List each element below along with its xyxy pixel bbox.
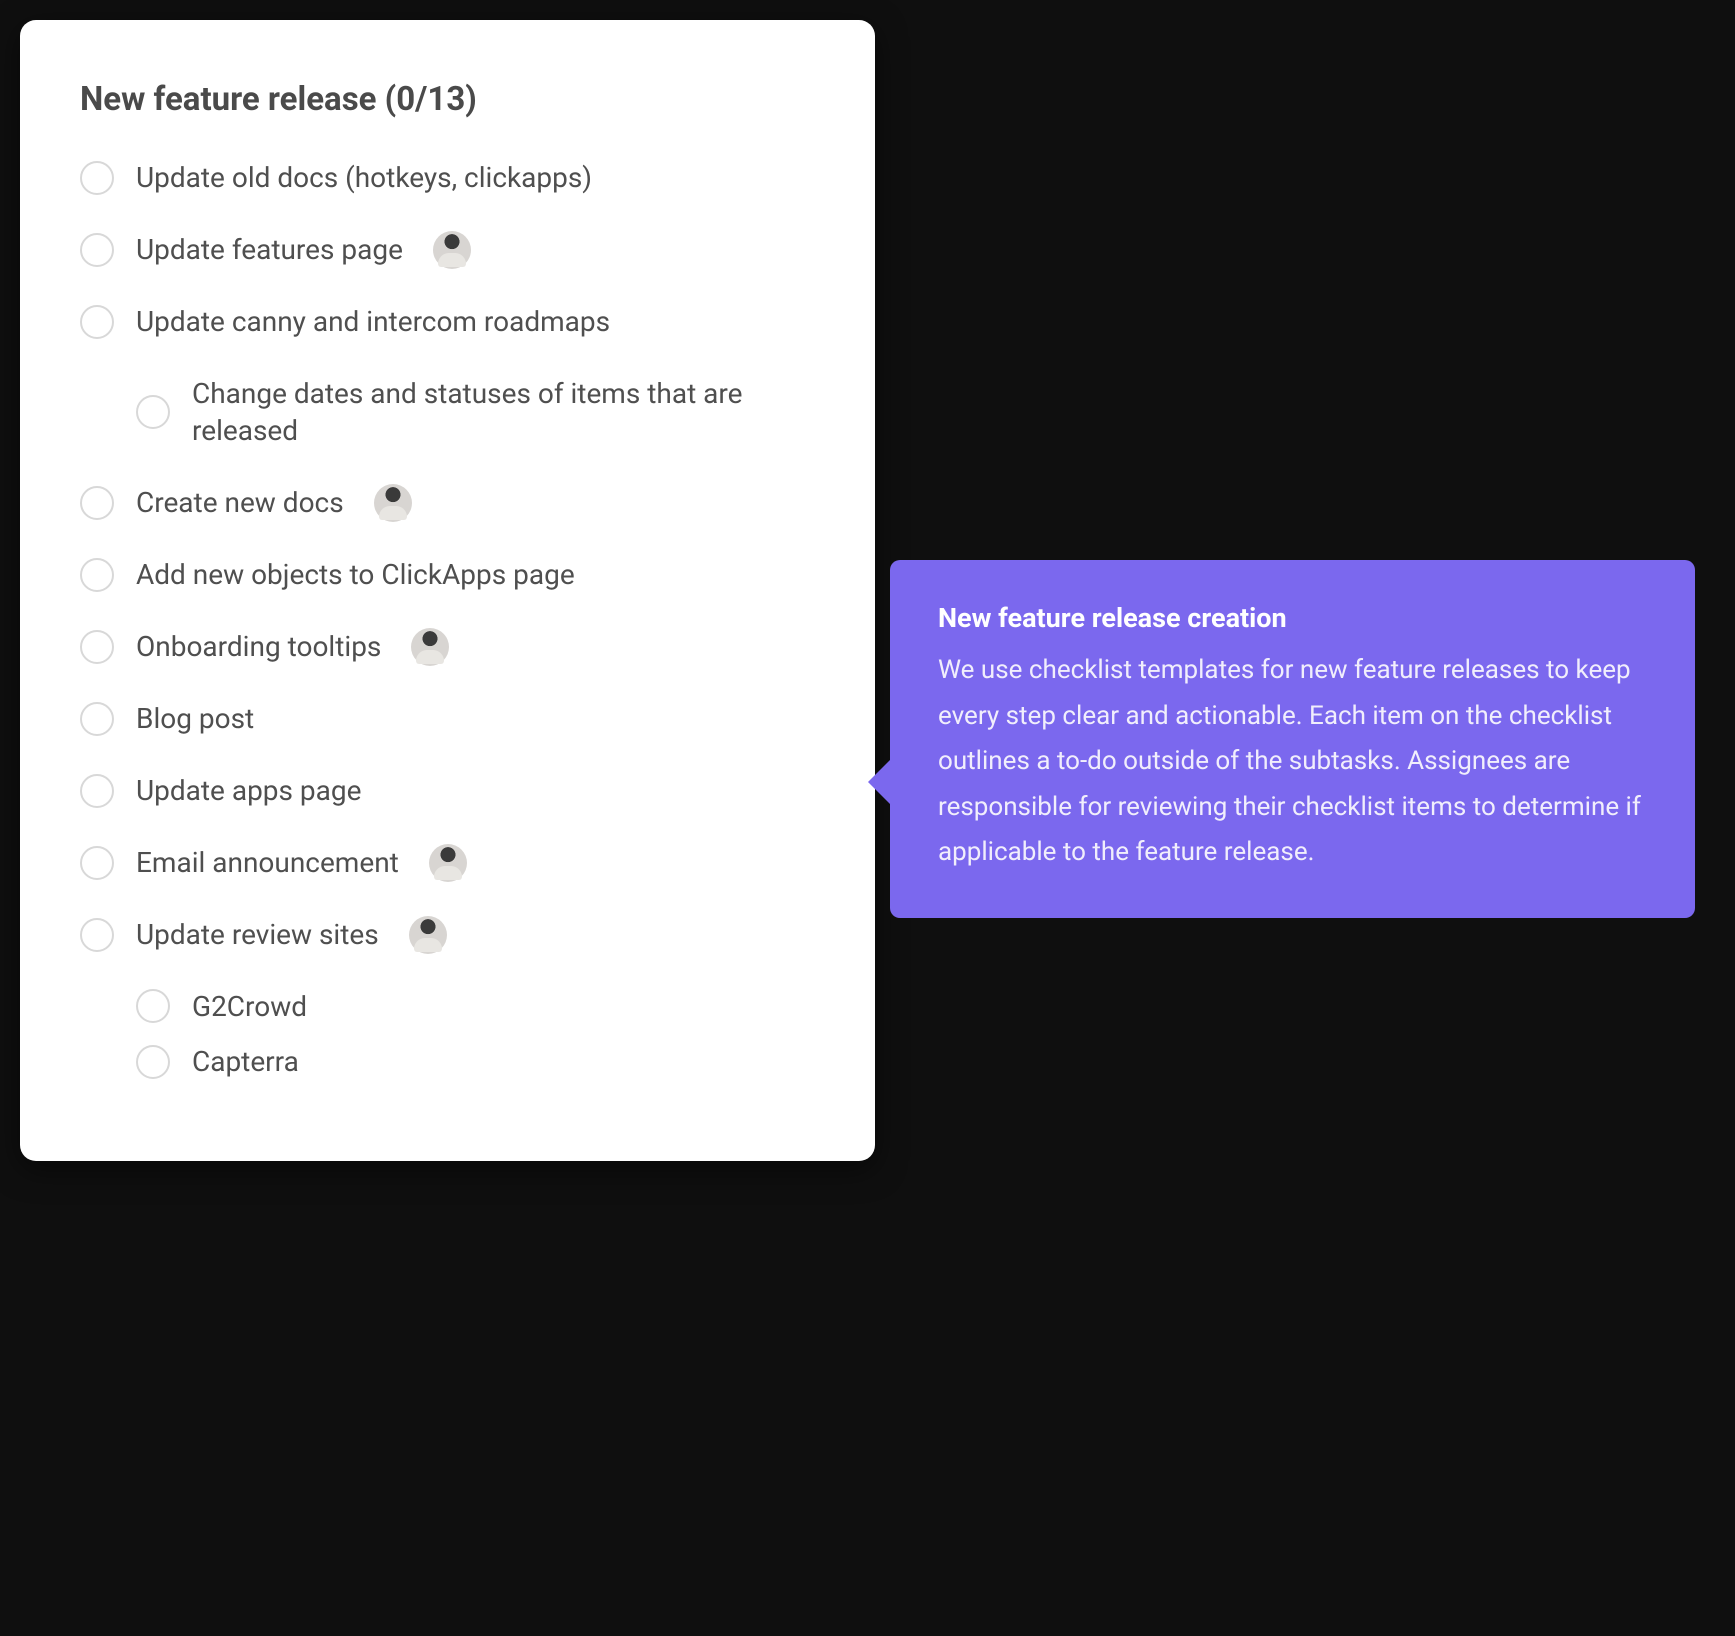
info-tooltip: New feature release creation We use chec… — [890, 560, 1695, 918]
assignee-avatar[interactable] — [409, 916, 447, 954]
checklist-card: New feature release (0/13) Update old do… — [20, 20, 875, 1161]
checklist-item[interactable]: Blog post — [80, 700, 815, 738]
checklist-item[interactable]: Update canny and intercom roadmaps — [80, 303, 815, 341]
checklist-item[interactable]: Update review sites — [80, 916, 815, 954]
checkbox-circle[interactable] — [136, 1045, 170, 1079]
sub-checklist-item[interactable]: G2Crowd — [136, 988, 815, 1026]
sub-checklist-item-label: Change dates and statuses of items that … — [192, 375, 815, 451]
sub-checklist: G2Crowd Capterra — [136, 988, 815, 1082]
sub-checklist-item-label: G2Crowd — [192, 988, 307, 1026]
checklist-item[interactable]: Onboarding tooltips — [80, 628, 815, 666]
checkbox-circle[interactable] — [80, 918, 114, 952]
checklist-item-label: Update apps page — [136, 772, 361, 810]
checklist-item[interactable]: Update features page — [80, 231, 815, 269]
checklist-item[interactable]: Update apps page — [80, 772, 815, 810]
checklist: Update old docs (hotkeys, clickapps) Upda… — [80, 159, 815, 1081]
assignee-avatar[interactable] — [433, 231, 471, 269]
checkbox-circle[interactable] — [80, 233, 114, 267]
checklist-item-label: Onboarding tooltips — [136, 628, 381, 666]
sub-checklist-item-label: Capterra — [192, 1043, 299, 1081]
checklist-title: New feature release (0/13) — [80, 80, 815, 119]
assignee-avatar[interactable] — [374, 484, 412, 522]
checklist-item-label: Update old docs (hotkeys, clickapps) — [136, 159, 592, 197]
checkbox-circle[interactable] — [136, 989, 170, 1023]
checklist-item[interactable]: Create new docs — [80, 484, 815, 522]
sub-checklist: Change dates and statuses of items that … — [136, 375, 815, 451]
checkbox-circle[interactable] — [80, 702, 114, 736]
checklist-item-label: Blog post — [136, 700, 254, 738]
tooltip-body: We use checklist templates for new featu… — [938, 648, 1647, 876]
checkbox-circle[interactable] — [80, 161, 114, 195]
checklist-item[interactable]: Email announcement — [80, 844, 815, 882]
checklist-item-label: Add new objects to ClickApps page — [136, 556, 575, 594]
checkbox-circle[interactable] — [80, 774, 114, 808]
checklist-item-label: Create new docs — [136, 484, 344, 522]
sub-checklist-item[interactable]: Change dates and statuses of items that … — [136, 375, 815, 451]
checkbox-circle[interactable] — [80, 630, 114, 664]
assignee-avatar[interactable] — [429, 844, 467, 882]
assignee-avatar[interactable] — [411, 628, 449, 666]
checklist-item-label: Update review sites — [136, 916, 379, 954]
checkbox-circle[interactable] — [80, 486, 114, 520]
checkbox-circle[interactable] — [80, 558, 114, 592]
checkbox-circle[interactable] — [136, 395, 170, 429]
checklist-item-label: Update canny and intercom roadmaps — [136, 303, 610, 341]
sub-checklist-item[interactable]: Capterra — [136, 1043, 815, 1081]
tooltip-title: New feature release creation — [938, 602, 1647, 634]
checkbox-circle[interactable] — [80, 305, 114, 339]
checkbox-circle[interactable] — [80, 846, 114, 880]
checklist-item-label: Email announcement — [136, 844, 399, 882]
checklist-item[interactable]: Update old docs (hotkeys, clickapps) — [80, 159, 815, 197]
checklist-item-label: Update features page — [136, 231, 403, 269]
checklist-item[interactable]: Add new objects to ClickApps page — [80, 556, 815, 594]
